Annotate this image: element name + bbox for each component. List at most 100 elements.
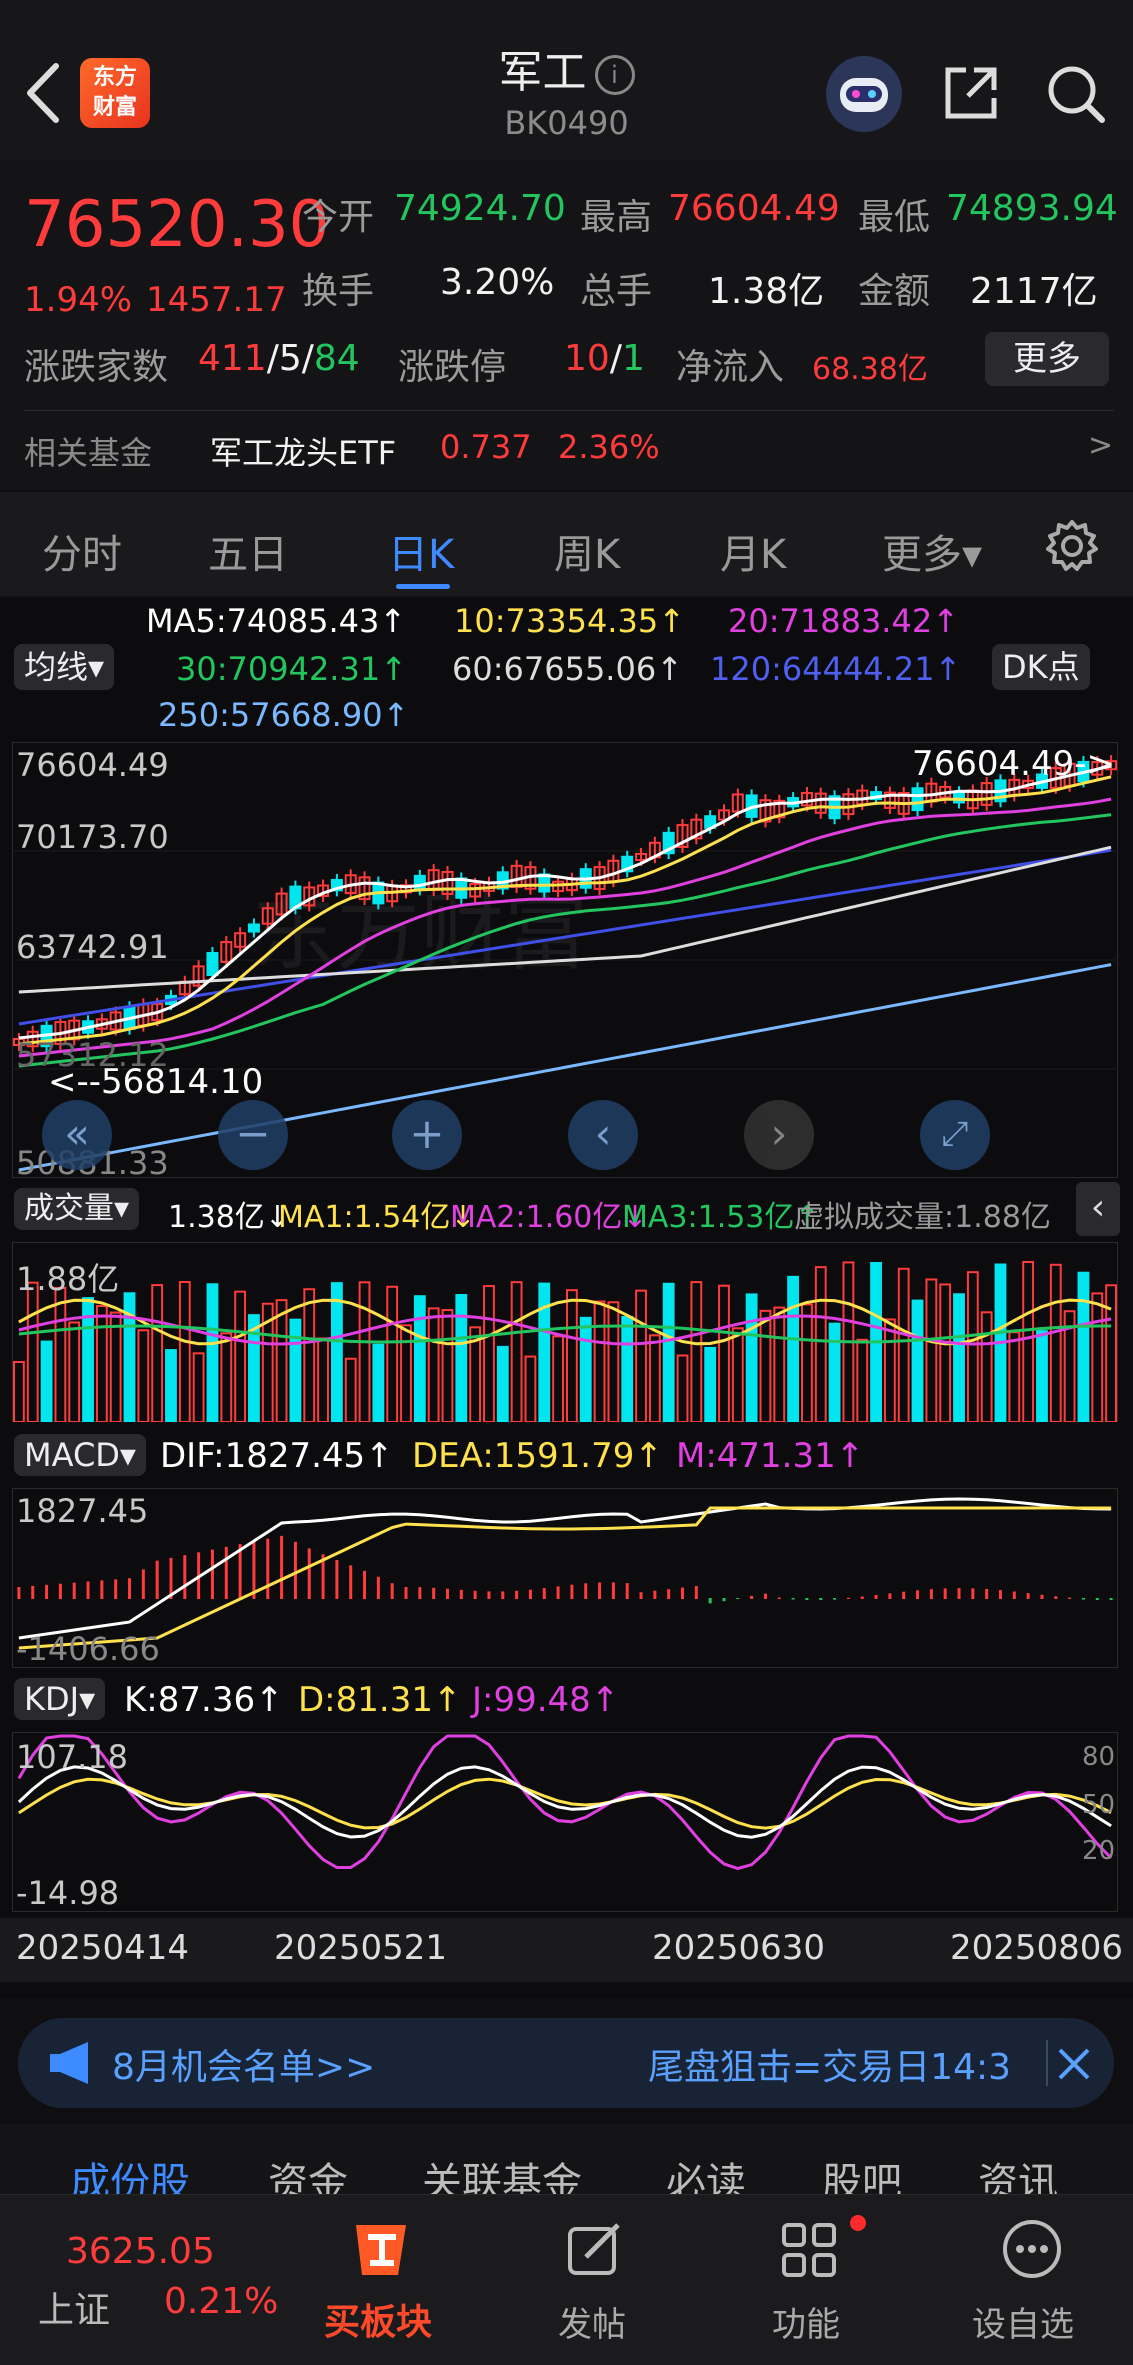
kdj-chart[interactable] [12,1732,1118,1912]
subtab-news[interactable]: 资讯 [978,2150,1058,2194]
info-icon[interactable]: i [594,55,635,95]
share-icon[interactable] [940,62,1002,124]
ma60-value: 60:67655.06↑ [452,650,683,688]
scroll-right-icon[interactable]: › [744,1100,814,1170]
volume-bar [953,1293,965,1422]
index-pct: 0.21% [164,2281,279,2322]
macd-bar [1026,1593,1030,1599]
high-marker: 76604.49-> [912,744,1115,784]
volume-bar [303,1288,316,1422]
volume-bar [593,1300,606,1422]
nav-buy-sector[interactable]: 买板块 [316,2205,446,2355]
related-fund-row[interactable]: 相关基金 军工龙头ETF 0.737 2.36% > [24,428,1114,478]
macd-y-min: -1406.66 [16,1630,160,1668]
volume-indicator-select[interactable]: 成交量▾ [14,1188,140,1230]
macd-bar [1068,1597,1072,1599]
macd-bar [1054,1596,1058,1599]
open-value: 74924.70 [394,188,566,229]
robot-assistant-icon[interactable] [826,56,902,132]
volume-bar [317,1337,329,1422]
volume-bar [289,1318,302,1422]
volume-bar [579,1316,592,1422]
volume-bar [275,1299,288,1422]
macd-bar [763,1593,767,1599]
volume-bar [911,1299,924,1422]
subtab-forum[interactable]: 股吧 [822,2150,902,2194]
tab-monthly-k[interactable]: 月K [720,522,786,580]
date-label: 20250806 [950,1928,1124,1968]
breadth-label: 涨跌家数 [24,347,169,388]
nav-functions[interactable]: 功能 [754,2205,866,2355]
subtab-related-funds[interactable]: 关联基金 [422,2150,582,2194]
macd-indicator-select[interactable]: MACD▾ [14,1434,146,1476]
tab-weekly-k[interactable]: 周K [554,522,620,580]
kdj-ref-20: 20 [1082,1836,1116,1866]
volume-bar [330,1282,343,1422]
volume-bar [234,1290,247,1422]
ma30-value: 30:70942.31↑ [176,650,407,688]
chevron-right-icon: > [1088,428,1114,463]
fullscreen-icon[interactable]: ⤢ [920,1100,990,1170]
volume-value: 1.38亿 [708,271,825,312]
search-icon[interactable] [1044,62,1108,126]
volume-bar [966,1271,979,1422]
nav-add-watchlist[interactable]: 设自选 [962,2205,1102,2355]
tab-five-day[interactable]: 五日 [208,522,288,580]
volume-y-max: 1.88亿 [16,1260,120,1298]
banner-left-text[interactable]: 8月机会名单>> [112,2038,375,2090]
date-label: 20250414 [16,1928,190,1968]
macd-bar [998,1590,1002,1599]
more-button[interactable]: 更多 [985,332,1109,386]
macd-bar [916,1590,920,1599]
tab-daily-k[interactable]: 日K [388,522,454,580]
ma-indicator-select[interactable]: 均线▾ [14,644,115,690]
netflow-label: 净流入 [676,347,785,388]
settings-gear-icon[interactable] [1044,518,1100,574]
macd-bar [833,1598,837,1600]
zoom-in-icon[interactable]: + [392,1100,462,1170]
macd-bar [31,1585,35,1599]
volume-bar [566,1289,578,1422]
macd-y-max: 1827.45 [16,1492,149,1530]
volume-bar [662,1282,675,1422]
promo-banner[interactable]: 8月机会名单>> 尾盘狙击=交易日14:3 [18,2018,1114,2108]
volume-chart[interactable] [12,1242,1118,1422]
subtab-funds-flow[interactable]: 资金 [268,2150,348,2194]
macd-bar [902,1591,906,1599]
nav-index-quote[interactable]: 3625.05 上证 0.21% [30,2215,278,2345]
volume-bar [621,1315,634,1422]
macd-bar [487,1591,491,1599]
subtab-constituents[interactable]: 成份股 [70,2150,190,2194]
macd-bar [653,1590,657,1599]
macd-bar [736,1598,740,1599]
macd-bar [210,1549,214,1599]
macd-bar [445,1588,449,1599]
volume-bar [95,1305,108,1422]
macd-bar [791,1598,795,1600]
kdj-ref-50: 50 [1082,1790,1116,1820]
ma250-value: 250:57668.90↑ [158,696,410,734]
macd-bar [58,1583,62,1599]
index-name: 上证 [38,2290,111,2331]
subtab-must-read[interactable]: 必读 [666,2150,746,2194]
scroll-left-fast-icon[interactable]: « [42,1100,112,1170]
dk-point-button[interactable]: DK点 [992,644,1090,690]
collapse-panel-icon[interactable]: ‹ [1076,1182,1120,1236]
volume-bar [455,1293,468,1422]
tab-intraday[interactable]: 分时 [42,522,122,580]
macd-chart[interactable] [12,1488,1118,1668]
volume-bar [773,1306,786,1422]
fund-pct: 2.36% [558,428,660,466]
close-icon[interactable] [1046,2040,1094,2086]
kline-chart-area: 均线▾ DK点 MA5:74085.43↑ 10:73354.35↑ 20:71… [0,598,1133,1998]
macd-bar [681,1587,685,1599]
zoom-out-icon[interactable]: − [218,1100,288,1170]
nav-post[interactable]: 发帖 [540,2205,650,2355]
macd-bar [888,1593,892,1599]
kdj-indicator-select[interactable]: KDJ▾ [14,1678,106,1720]
macd-bar [805,1598,809,1601]
banner-right-text[interactable]: 尾盘狙击=交易日14:3 [648,2038,1040,2090]
scroll-left-icon[interactable]: ‹ [568,1100,638,1170]
macd-bar [694,1586,698,1599]
tab-more[interactable]: 更多▾ [882,522,982,580]
